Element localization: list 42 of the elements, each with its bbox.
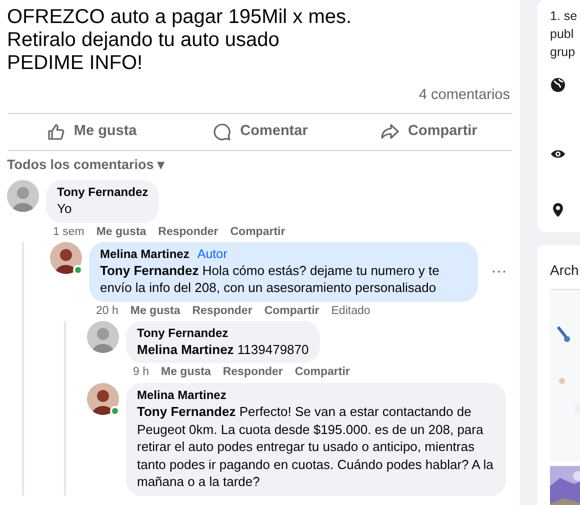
comment-text: Tony Fernandez Perfecto! Se van a estar contactando de Peugeot 0km. La cuota desde $195.000. es de un 208, para retirar el auto podes entregar tu usado o anticipo, mientras tanto podes ir pagando en cuotas. Cuándo podes hablar? A la mañana o a la tarde? bbox=[137, 403, 494, 490]
author-name[interactable]: Melina Martinez bbox=[137, 388, 226, 402]
about-text: publ bbox=[550, 26, 575, 43]
share-arrow-icon bbox=[380, 122, 400, 142]
comment-time[interactable]: 1 sem bbox=[53, 224, 84, 238]
comment-action-link[interactable]: Compartir bbox=[230, 224, 286, 238]
globe-icon bbox=[550, 77, 566, 93]
comment-text: Melina Martinez 1139479870 bbox=[137, 340, 309, 358]
comment-action-link[interactable]: Me gusta bbox=[161, 365, 211, 379]
comment-count-link[interactable]: 4 comentarios bbox=[418, 87, 510, 103]
comment-time[interactable]: 20 h bbox=[96, 304, 118, 318]
like-button[interactable]: Me gusta bbox=[7, 114, 176, 150]
about-text: 1. se bbox=[550, 8, 578, 25]
post-text: Retiralo dejando tu auto usado bbox=[7, 29, 280, 52]
speech-bubble-icon bbox=[212, 122, 232, 142]
author-name[interactable]: Tony Fernandez bbox=[57, 185, 148, 199]
comment-action-link[interactable]: Compartir bbox=[264, 304, 320, 318]
media-section-title: Arch bbox=[550, 261, 580, 279]
thumbs-up-icon bbox=[46, 122, 66, 142]
author-name[interactable]: Melina Martinez bbox=[100, 246, 190, 260]
comment-action-link[interactable]: Me gusta bbox=[130, 304, 180, 318]
comment-text: Yo bbox=[57, 200, 73, 218]
comment-time[interactable]: 9 h bbox=[133, 365, 149, 379]
comment-button[interactable]: Comentar bbox=[176, 114, 344, 150]
comment-action-link[interactable]: Responder bbox=[158, 224, 218, 238]
edited-label[interactable]: Editado bbox=[331, 304, 370, 318]
post-text: OFREZCO auto a pagar 195Mil x mes. bbox=[7, 6, 353, 29]
comment-action-link[interactable]: Responder bbox=[192, 304, 252, 318]
more-options-button[interactable]: ··· bbox=[485, 260, 513, 284]
author-role-label: Autor bbox=[197, 246, 228, 260]
author-name[interactable]: Tony Fernandez bbox=[137, 326, 228, 340]
post-text: PEDIME INFO! bbox=[7, 52, 144, 75]
share-button[interactable]: Compartir bbox=[344, 114, 514, 150]
comment-action-link[interactable]: Compartir bbox=[294, 365, 350, 379]
comment-text: Tony Fernandez Hola cómo estás? dejame tu numero y te envío la info del 208, con un asesoramiento personalisado bbox=[100, 262, 440, 296]
comment-action-link[interactable]: Responder bbox=[222, 365, 283, 379]
comment-action-link[interactable]: Me gusta bbox=[96, 224, 146, 238]
about-text: grup bbox=[550, 44, 576, 61]
sort-dropdown[interactable]: Todos los comentarios ▾ bbox=[0, 150, 172, 178]
avatar[interactable] bbox=[87, 383, 119, 415]
avatar[interactable] bbox=[50, 242, 82, 274]
pin-icon bbox=[550, 202, 566, 218]
